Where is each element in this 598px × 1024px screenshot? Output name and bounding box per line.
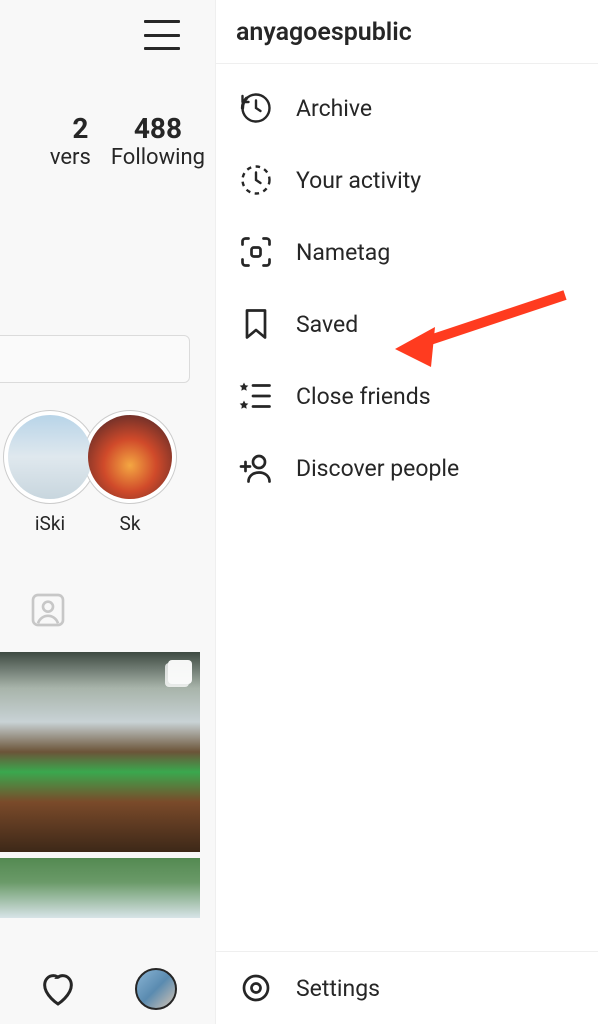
nametag-icon — [238, 234, 274, 270]
post-thumbnail[interactable] — [0, 858, 200, 918]
highlight-cover-icon — [8, 415, 92, 499]
menu-item-label: Discover people — [296, 455, 459, 482]
menu-item-close-friends[interactable]: Close friends — [216, 360, 598, 432]
menu-item-nametag[interactable]: Nametag — [216, 216, 598, 288]
bookmark-icon — [238, 306, 274, 342]
following-label: Following — [111, 145, 205, 170]
menu-item-label: Close friends — [296, 383, 431, 410]
highlight-item[interactable]: iSki — [0, 410, 100, 535]
highlight-label: iSki — [35, 512, 65, 535]
activity-clock-icon — [238, 162, 274, 198]
profile-stats: 2 vers 488 Following — [90, 112, 205, 170]
menu-item-settings[interactable]: Settings — [216, 951, 598, 1024]
followers-count: 2 — [72, 112, 88, 145]
menu-icon[interactable] — [144, 20, 180, 50]
menu-item-label: Archive — [296, 95, 372, 122]
menu-item-label: Settings — [296, 975, 380, 1002]
highlight-cover-icon — [88, 415, 172, 499]
following-stat[interactable]: 488 Following — [111, 112, 205, 170]
archive-icon — [238, 90, 274, 126]
story-highlights: iSki Sk — [0, 410, 160, 535]
menu-item-archive[interactable]: Archive — [216, 72, 598, 144]
activity-icon[interactable] — [38, 969, 78, 1009]
drawer-username: anyagoespublic — [216, 0, 598, 64]
tagged-tab-icon[interactable] — [28, 590, 68, 630]
drawer-menu-list: Archive Your activity Nametag Saved — [216, 64, 598, 951]
post-thumbnail[interactable] — [0, 652, 200, 852]
followers-label: vers — [50, 145, 91, 170]
menu-item-saved[interactable]: Saved — [216, 288, 598, 360]
settings-icon — [238, 970, 274, 1006]
bottom-nav — [0, 954, 215, 1024]
profile-tab-avatar[interactable] — [135, 968, 177, 1010]
highlight-label: Sk — [120, 512, 141, 535]
star-list-icon — [238, 378, 274, 414]
menu-drawer: anyagoespublic Archive Your activity — [215, 0, 598, 1024]
edit-profile-button[interactable] — [0, 335, 190, 383]
followers-stat[interactable]: 2 vers — [90, 112, 91, 170]
following-count: 488 — [134, 112, 182, 145]
profile-panel: 2 vers 488 Following iSki Sk — [0, 0, 215, 1024]
menu-item-label: Your activity — [296, 167, 421, 194]
menu-item-label: Nametag — [296, 239, 390, 266]
highlight-item[interactable]: Sk — [100, 410, 160, 535]
menu-item-activity[interactable]: Your activity — [216, 144, 598, 216]
menu-item-label: Saved — [296, 311, 358, 338]
add-user-icon — [238, 450, 274, 486]
menu-item-discover[interactable]: Discover people — [216, 432, 598, 504]
